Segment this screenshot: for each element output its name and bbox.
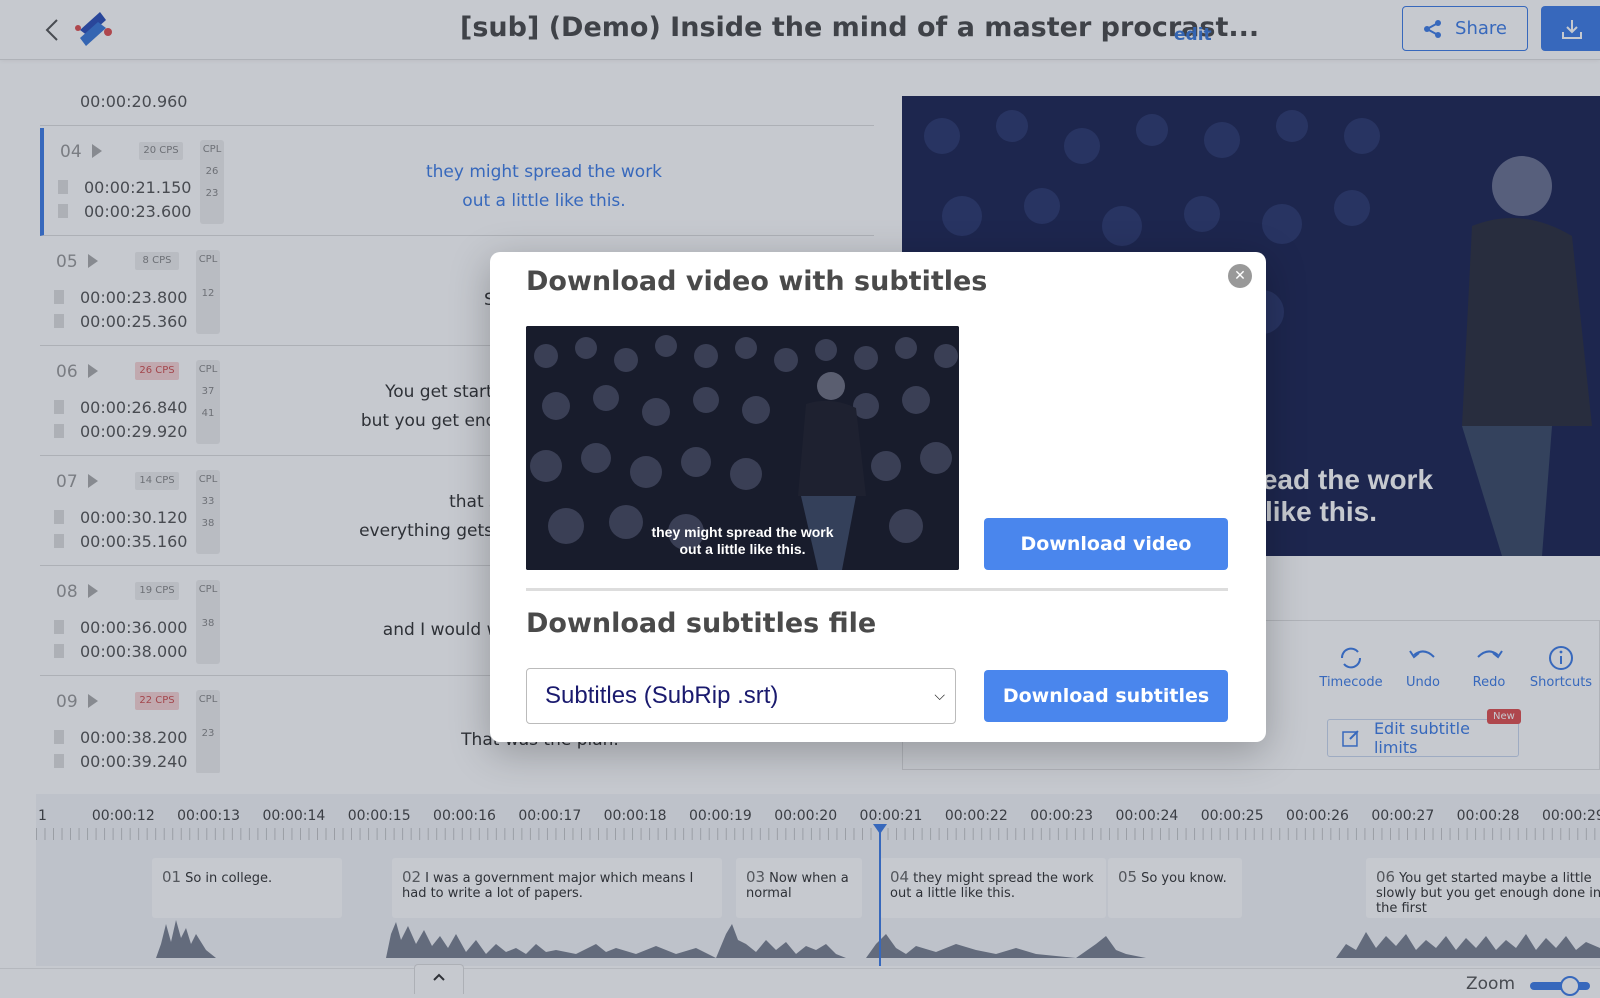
video-thumbnail: they might spread the work out a little … xyxy=(526,326,959,570)
modal-divider xyxy=(526,588,1228,591)
thumbnail-caption: they might spread the work out a little … xyxy=(651,524,834,557)
download-video-button[interactable]: Download video xyxy=(984,518,1228,570)
subtitle-format-value: Subtitles (SubRip .srt) xyxy=(545,682,779,709)
download-modal: Download video with subtitles ✕ they mig… xyxy=(490,252,1266,742)
modal-title-video: Download video with subtitles xyxy=(526,266,988,297)
download-subtitles-button[interactable]: Download subtitles xyxy=(984,670,1228,722)
close-icon[interactable]: ✕ xyxy=(1228,264,1252,288)
chevron-down-icon: ⌵ xyxy=(934,687,945,703)
modal-title-subtitles: Download subtitles file xyxy=(526,608,877,639)
subtitle-format-select[interactable]: Subtitles (SubRip .srt) ⌵ xyxy=(526,668,956,724)
